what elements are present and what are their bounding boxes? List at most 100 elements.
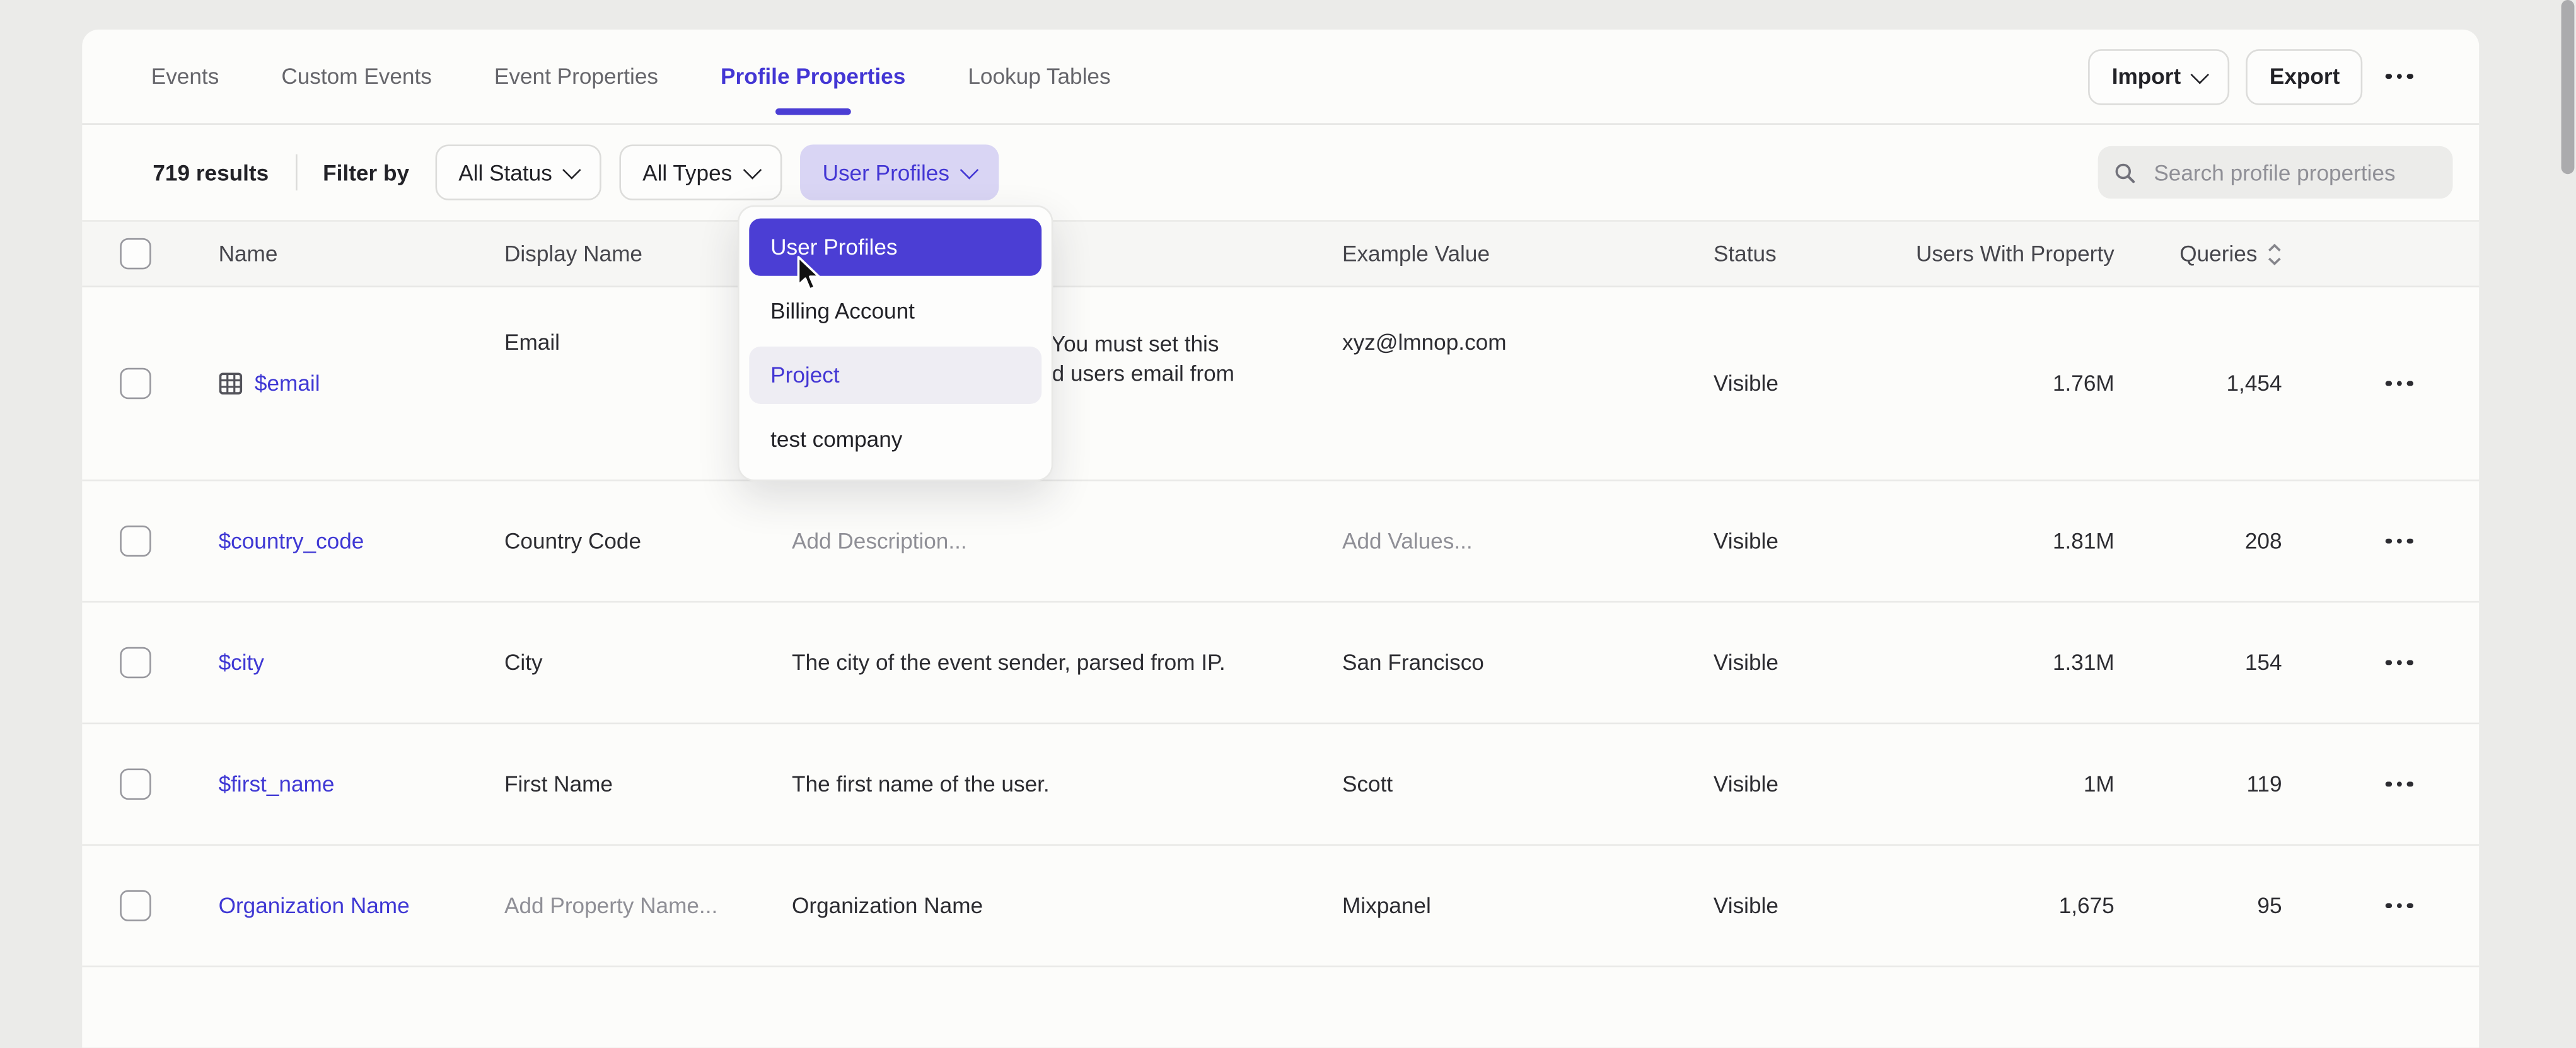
- more-options-icon[interactable]: [2379, 64, 2420, 89]
- display-name-cell: City: [467, 650, 754, 675]
- tab-label: Events: [151, 64, 219, 89]
- row-more-options-icon[interactable]: [2376, 371, 2422, 396]
- divider: [295, 154, 297, 190]
- table-row: $emailEmailThe user's email address. You…: [82, 287, 2479, 481]
- status-value: Visible: [1714, 529, 1778, 553]
- tab-custom-events[interactable]: Custom Events: [281, 30, 432, 124]
- display-name[interactable]: Add Property Name...: [504, 894, 717, 918]
- example-value: xyz@lmnop.com: [1342, 330, 1507, 355]
- description[interactable]: Add Description...: [792, 526, 983, 556]
- row-checkbox-cell: [82, 647, 180, 679]
- queries-value: 1,454: [2226, 371, 2282, 396]
- property-name-link[interactable]: $email: [255, 371, 320, 396]
- example-value: Mixpanel: [1342, 894, 1431, 918]
- dropdown-item-project[interactable]: Project: [749, 347, 1041, 404]
- property-name-link[interactable]: $city: [219, 650, 264, 675]
- description: The city of the event sender, parsed fro…: [792, 648, 1242, 677]
- chevron-down-icon: [960, 161, 978, 179]
- property-name-link[interactable]: Organization Name: [219, 894, 410, 918]
- queries-cell: 119: [2152, 772, 2320, 797]
- example-value[interactable]: Add Values...: [1342, 529, 1473, 553]
- status-value: Visible: [1714, 650, 1778, 675]
- row-more-options-icon[interactable]: [2376, 771, 2422, 797]
- status-cell: Visible: [1676, 650, 1883, 675]
- property-name-link[interactable]: $country_code: [219, 529, 364, 553]
- export-button[interactable]: Export: [2246, 49, 2362, 105]
- type-filter-label: All Types: [642, 160, 732, 185]
- users-with-property-cell: 1M: [1883, 772, 2152, 797]
- property-name-link[interactable]: $first_name: [219, 772, 335, 797]
- chevron-down-icon: [2191, 65, 2210, 83]
- row-checkbox-cell: [82, 769, 180, 800]
- table-row: $city City The city of the event sender, p…: [82, 602, 2479, 724]
- status-cell: Visible: [1676, 772, 1883, 797]
- display-name-cell: Add Property Name...: [467, 894, 754, 918]
- app-root: Events Custom Events Event Properties Profi…: [0, 0, 2576, 951]
- status-value: Visible: [1714, 894, 1778, 918]
- tab-list: Events Custom Events Event Properties Profi…: [151, 30, 1111, 124]
- import-button[interactable]: Import: [2089, 49, 2230, 105]
- tab-profile-properties[interactable]: Profile Properties: [721, 30, 905, 124]
- users-with-property-cell: 1.31M: [1883, 650, 2152, 675]
- row-checkbox[interactable]: [120, 368, 151, 400]
- scrollbar-thumb[interactable]: [2561, 0, 2575, 174]
- tab-lookup-tables[interactable]: Lookup Tables: [968, 30, 1110, 124]
- tab-events[interactable]: Events: [151, 30, 219, 124]
- row-checkbox[interactable]: [120, 890, 151, 921]
- column-header-queries: Queries: [2152, 241, 2320, 266]
- tab-event-properties[interactable]: Event Properties: [494, 30, 658, 124]
- description-cell: Organization Name: [754, 891, 1304, 921]
- row-more-options-icon[interactable]: [2376, 893, 2422, 918]
- example-value-cell: Add Values...: [1304, 529, 1676, 553]
- property-name-cell: $city: [181, 650, 467, 675]
- status-cell: Visible: [1676, 529, 1883, 553]
- row-actions-cell: [2319, 371, 2479, 396]
- tab-label: Event Properties: [494, 64, 658, 89]
- search-input[interactable]: [2150, 158, 2436, 186]
- chevron-down-icon: [562, 161, 581, 179]
- users-with-property-value: 1M: [2084, 772, 2115, 797]
- row-more-options-icon[interactable]: [2376, 650, 2422, 675]
- users-with-property-value: 1,675: [2059, 894, 2115, 918]
- display-name: Country Code: [504, 529, 641, 553]
- status-filter-label: All Status: [458, 160, 552, 185]
- row-actions-cell: [2319, 529, 2479, 554]
- row-more-options-icon[interactable]: [2376, 529, 2422, 554]
- row-actions-cell: [2319, 650, 2479, 675]
- status-value: Visible: [1714, 371, 1778, 396]
- queries-value: 154: [2245, 650, 2282, 675]
- profile-type-filter-button[interactable]: User Profiles: [799, 144, 999, 200]
- row-checkbox[interactable]: [120, 769, 151, 800]
- column-header-users-with-property: Users With Property: [1883, 241, 2152, 266]
- select-all-checkbox[interactable]: [120, 238, 151, 270]
- table-header: Name Display Name Description Example Va…: [82, 220, 2479, 287]
- row-actions-cell: [2319, 893, 2479, 918]
- property-name-cell: $country_code: [181, 529, 467, 553]
- example-value-cell: Scott: [1304, 772, 1676, 797]
- queries-value: 95: [2257, 894, 2282, 918]
- users-with-property-value: 1.31M: [2053, 650, 2115, 675]
- filter-by-label: Filter by: [323, 160, 409, 185]
- column-header-example-value: Example Value: [1304, 241, 1676, 266]
- table-body: $emailEmailThe user's email address. You…: [82, 287, 2479, 967]
- table-row: $country_code Country Code Add Description…: [82, 481, 2479, 603]
- example-value: San Francisco: [1342, 650, 1484, 675]
- status-cell: Visible: [1676, 371, 1883, 396]
- description-cell: Add Description...: [754, 526, 1304, 556]
- dropdown-item-test-company[interactable]: test company: [749, 410, 1041, 468]
- status-value: Visible: [1714, 772, 1778, 797]
- queries-value: 208: [2245, 529, 2282, 553]
- status-filter-button[interactable]: All Status: [436, 144, 601, 200]
- display-name-cell: First Name: [467, 772, 754, 797]
- row-checkbox[interactable]: [120, 647, 151, 679]
- profile-type-filter-label: User Profiles: [823, 160, 949, 185]
- table-row: Organization Name Add Property Name... Org…: [82, 846, 2479, 967]
- row-checkbox[interactable]: [120, 526, 151, 557]
- sort-icon[interactable]: [2267, 242, 2282, 265]
- active-tab-underline: [775, 108, 851, 115]
- example-value-cell: Mixpanel: [1304, 894, 1676, 918]
- lookup-table-icon: [219, 371, 243, 396]
- type-filter-button[interactable]: All Types: [620, 144, 782, 200]
- queries-cell: 1,454: [2152, 371, 2320, 396]
- select-all-cell: [82, 238, 180, 270]
